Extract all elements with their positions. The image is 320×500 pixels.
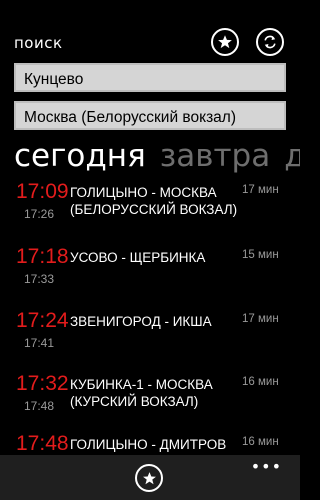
schedule-row[interactable]: 17:18 17:33 Усово - Щербинка 15 мин [0,245,300,309]
departure-time: 17:24 [16,309,69,332]
departure-time: 17:18 [16,245,69,268]
schedule-row[interactable]: 17:48 Голицыно - Дмитров 16 мин [0,432,300,455]
schedule-list: 17:09 17:26 Голицыно - Москва (Белорусск… [0,180,300,455]
more-options-button[interactable]: ••• [251,457,282,476]
route-name: Голицыно - Москва (Белорусский вокзал) [70,185,238,217]
star-icon [142,471,156,484]
route-name: Голицыно - Дмитров [70,437,227,452]
schedule-row[interactable]: 17:24 17:41 Звенигород - Икша 17 мин [0,309,300,373]
departure-time: 17:09 [16,180,69,203]
app-bar: ••• [0,455,300,500]
from-station-field[interactable]: Кунцево [14,63,286,92]
route-name: Звенигород - Икша [70,314,212,329]
to-station-field[interactable]: Москва (Белорусский вокзал) [14,101,286,130]
page-title: поиск [14,34,63,52]
departure-time: 17:32 [16,372,69,395]
trip-duration: 15 мин [242,249,279,261]
schedule-row[interactable]: 17:09 17:26 Голицыно - Москва (Белорусск… [0,180,300,244]
trip-duration: 16 мин [242,436,279,448]
trip-duration: 17 мин [242,184,279,196]
swap-stations-button[interactable] [256,28,284,56]
header: поиск [0,0,300,60]
pivot-tomorrow[interactable]: завтра [160,138,270,174]
day-pivot: сегодня завтра д [14,134,300,178]
star-icon [218,35,232,49]
favorites-button[interactable] [135,464,163,492]
departure-time: 17:48 [16,432,69,455]
add-favorite-button[interactable] [211,28,239,56]
arrival-time: 17:26 [24,207,55,221]
pivot-next[interactable]: д [284,138,300,174]
arrival-time: 17:48 [24,399,55,413]
arrival-time: 17:41 [24,336,55,350]
swap-icon [264,35,276,49]
route-name: Кубинка-1 - Москва (Курский вокзал) [70,377,213,409]
route-name: Усово - Щербинка [70,250,206,265]
trip-duration: 16 мин [242,376,279,388]
pivot-today[interactable]: сегодня [14,138,146,174]
arrival-time: 17:33 [24,272,55,286]
trip-duration: 17 мин [242,313,279,325]
schedule-row[interactable]: 17:32 17:48 Кубинка-1 - Москва (Курский … [0,372,300,436]
